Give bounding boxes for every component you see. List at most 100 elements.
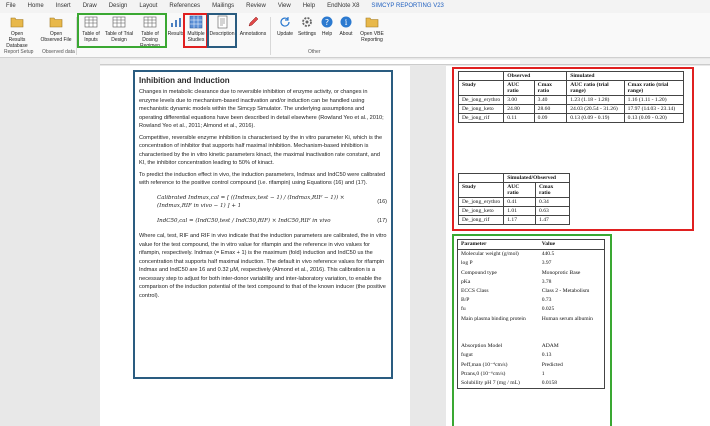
- gear-icon: [300, 15, 314, 29]
- section-heading: Inhibition and Induction: [139, 76, 230, 85]
- table-cell: Compound type: [461, 269, 497, 276]
- table-header-cell: Study: [457, 80, 505, 96]
- table-row: [458, 324, 605, 333]
- help-button[interactable]: ? Help: [318, 15, 336, 49]
- refresh-icon: [278, 15, 292, 29]
- table-cell: 0.34: [535, 197, 570, 207]
- help-icon: ?: [320, 15, 334, 29]
- table-row: Absorption Model ADAM: [458, 342, 605, 351]
- description-section: Inhibition and Induction Changes in meta…: [133, 70, 393, 379]
- ribbon-tabs: File Home Insert Draw Design Layout Refe…: [0, 0, 710, 14]
- ribbon: Open Results Database Open Observed File…: [0, 13, 710, 58]
- group-report-setup: Report Setup: [4, 49, 34, 55]
- table-cell: 0.13: [541, 352, 552, 359]
- table-row: De_jong_erythro 3.00 3.40 1.23 (1.18 - 1.28…: [457, 95, 685, 105]
- table-cell: 24.80: [503, 104, 535, 114]
- equation-number: (16): [377, 198, 387, 205]
- settings-button[interactable]: Settings: [296, 15, 318, 49]
- table-cell: pKa: [461, 278, 471, 285]
- ratio-table: Simulated/Observed Study AUC ratio Cmax rat…: [457, 173, 570, 225]
- table-cell: 3.40: [533, 95, 568, 105]
- description-body: Changes in metabolic clearance due to re…: [139, 88, 387, 300]
- tab-draw[interactable]: Draw: [77, 0, 103, 13]
- table-cell: 1.16 (1.11 - 1.20): [623, 95, 685, 105]
- annotations-button[interactable]: Annotations: [238, 15, 268, 49]
- paragraph: Where cal, test, RIF and RIF in vivo ind…: [139, 233, 387, 299]
- table-cell: 3.00: [503, 95, 535, 105]
- table-cell: Absorption Model: [461, 343, 503, 350]
- tab-view[interactable]: View: [272, 0, 297, 13]
- tab-help[interactable]: Help: [297, 0, 321, 13]
- info-icon: i: [339, 15, 353, 29]
- table-cell: 1: [541, 370, 545, 377]
- table-header-cell: Cmax ratio: [533, 80, 568, 96]
- horizontal-ruler[interactable]: [100, 59, 710, 65]
- table-cell: Solubility pH 7 (mg / mL): [461, 380, 520, 387]
- table-header-cell: Cmax ratio (trial range): [623, 80, 685, 96]
- table-row: De_jong_erythro 0.41 0.34: [457, 197, 570, 207]
- tab-references[interactable]: References: [163, 0, 206, 13]
- open-results-database-button[interactable]: Open Results Database: [2, 15, 32, 49]
- table-cell: 17.97 (14.03 - 23.14): [623, 104, 685, 114]
- table-cell: 0.13 (0.09 - 0.20): [623, 113, 685, 123]
- table-cell: 3.97: [541, 260, 552, 267]
- table-row: log P 3.97: [458, 259, 605, 268]
- table-cell: Peff,man (10⁻⁴cm/s): [461, 361, 508, 368]
- table-header-cell: [457, 71, 505, 81]
- table-cell: 0.63: [535, 206, 570, 216]
- update-label: Update: [276, 31, 294, 37]
- parameters-table: Parameter Value Molecular weight (g/mol) 44…: [457, 239, 605, 390]
- tab-layout[interactable]: Layout: [133, 0, 163, 13]
- table-row: De_jong_keto 1.01 0.63: [457, 206, 570, 216]
- paragraph: Changes in metabolic clearance due to re…: [139, 89, 384, 129]
- table-row: pKa 3.78: [458, 278, 605, 287]
- equation-16: Calibrated Indmax,cal = [ ((Indmax,test …: [139, 191, 387, 214]
- open-vbe-label: Open VBE Reporting: [360, 31, 384, 43]
- tab-review[interactable]: Review: [240, 0, 272, 13]
- table-row: Peff,man (10⁻⁴cm/s) Predicted: [458, 361, 605, 370]
- folder-icon: [49, 15, 63, 29]
- open-vbe-reporting-button[interactable]: Open VBE Reporting: [356, 15, 388, 49]
- tab-file[interactable]: File: [0, 0, 22, 13]
- settings-label: Settings: [297, 31, 317, 37]
- equation-number: (17): [377, 217, 387, 224]
- table-cell: De_jong_erythro: [457, 197, 505, 207]
- table-header-cell: AUC ratio: [503, 80, 535, 96]
- tab-mailings[interactable]: Mailings: [206, 0, 240, 13]
- table-cell: Monoprotic Base: [541, 269, 581, 276]
- tab-home[interactable]: Home: [22, 0, 50, 13]
- results-table: Observed Simulated Study AUC ratio Cmax rati…: [457, 71, 685, 123]
- table-row: De_jong_rif 0.11 0.09 0.13 (0.09 - 0.19) 0.1…: [457, 113, 685, 123]
- table-cell: De_jong_erythro: [457, 95, 505, 105]
- table-cell: 0.025: [541, 306, 555, 313]
- folder-icon: [10, 15, 24, 29]
- table-row: B/P 0.73: [458, 296, 605, 305]
- table-header-cell: Observed: [503, 71, 568, 81]
- update-button[interactable]: Update: [274, 15, 296, 49]
- table-header-row: Study AUC ratio Cmax ratio AUC ratio (trial…: [457, 80, 685, 96]
- tab-design[interactable]: Design: [103, 0, 134, 13]
- tab-simcyp-reporting[interactable]: SIMCYP REPORTING V23: [365, 0, 450, 14]
- tab-endnote[interactable]: EndNote X8: [321, 0, 365, 13]
- table-cell: [458, 333, 539, 342]
- table-cell: fugut: [461, 352, 473, 359]
- open-results-label: Open Results Database: [6, 31, 28, 49]
- parameters-table-frame: Parameter Value Molecular weight (g/mol) 44…: [452, 234, 612, 426]
- table-header-cell: Study: [457, 182, 505, 198]
- about-button[interactable]: i About: [336, 15, 356, 49]
- chart-icon: [169, 15, 183, 29]
- table-row: ECCS Class Class 2 - Metabolism: [458, 287, 605, 296]
- table-cell: fu: [461, 306, 466, 313]
- open-observed-file-button[interactable]: Open Observed File: [40, 15, 72, 49]
- svg-text:i: i: [345, 18, 348, 27]
- table-header-row: Observed Simulated: [457, 71, 684, 81]
- table-row: De_jong_keto 24.80 28.60 24.03 (20.54 - 31.…: [457, 104, 685, 114]
- table-cell: 1.01: [503, 206, 537, 216]
- table-cell: 0.41: [503, 197, 537, 207]
- equation-text: IndC50,cal = (IndC50,test / IndC50,RIF) …: [157, 217, 331, 224]
- table-cell: 0.0158: [541, 380, 558, 387]
- tab-insert[interactable]: Insert: [50, 0, 77, 13]
- table-cell: De_jong_rif: [457, 215, 505, 225]
- open-observed-label: Open Observed File: [40, 31, 72, 43]
- table-header-cell: Simulated: [566, 71, 684, 81]
